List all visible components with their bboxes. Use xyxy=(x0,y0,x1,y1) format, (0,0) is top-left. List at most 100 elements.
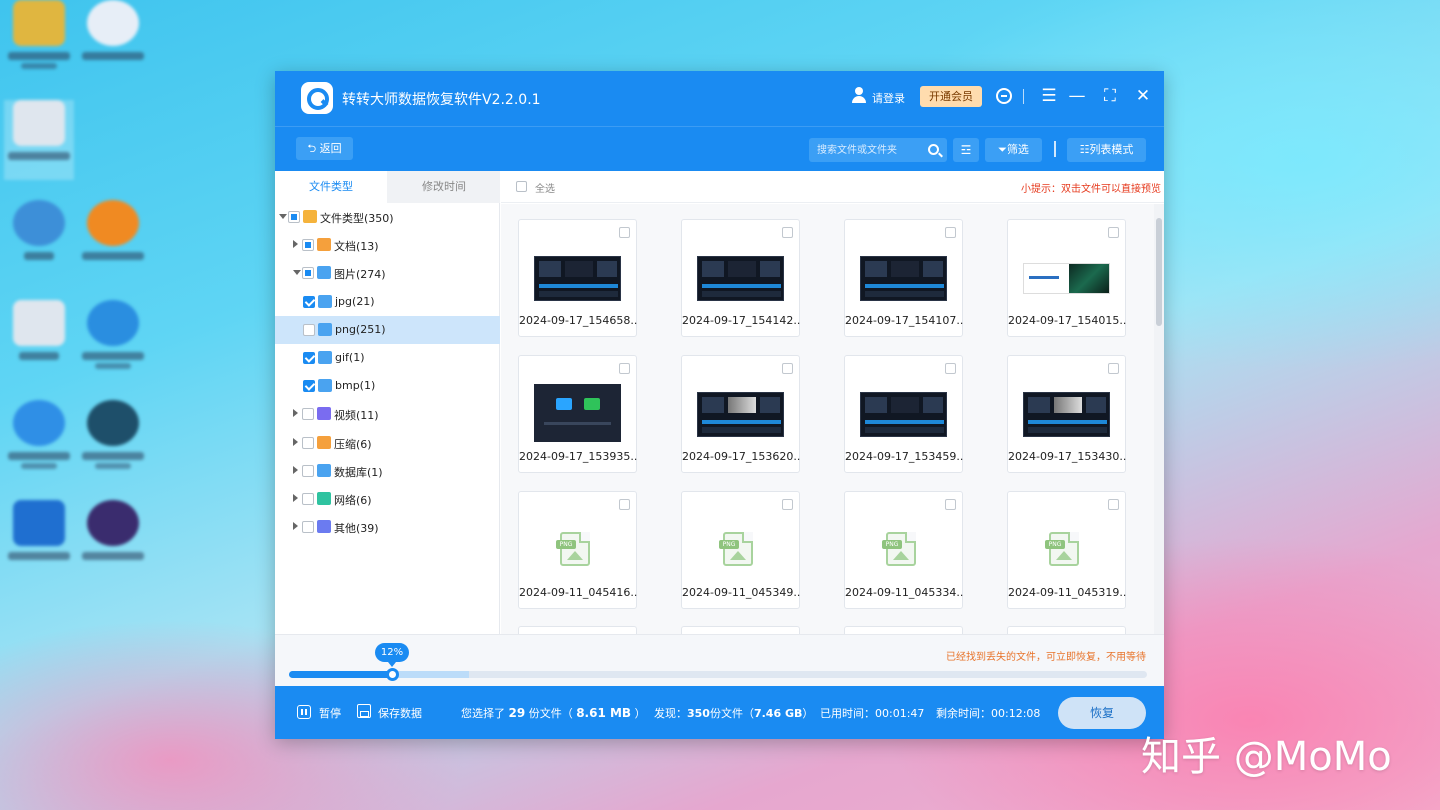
tree-node[interactable]: 压缩(6) xyxy=(275,429,500,457)
expand-arrow-icon[interactable] xyxy=(293,409,298,418)
menu-icon[interactable]: ☰ xyxy=(1039,86,1059,106)
login-link[interactable]: 请登录 xyxy=(872,90,905,106)
network-app-icon[interactable] xyxy=(78,0,148,80)
scrollbar-thumb[interactable] xyxy=(1156,218,1162,326)
file-card[interactable] xyxy=(518,626,637,634)
tree-checkbox[interactable] xyxy=(302,521,314,534)
file-checkbox[interactable] xyxy=(1108,227,1119,238)
save-data-button[interactable]: 保存数据 xyxy=(378,705,422,721)
network-globe-icon[interactable] xyxy=(4,200,74,280)
tree-checkbox[interactable] xyxy=(288,211,300,223)
file-card[interactable]: PNG 2024-09-11_045319... xyxy=(1007,491,1127,609)
tree-node[interactable]: gif(1) xyxy=(275,344,500,372)
grid-scrollbar[interactable] xyxy=(1154,204,1164,634)
tree-node[interactable]: 视频(11) xyxy=(275,400,500,428)
file-card[interactable]: PNG 2024-09-11_045416... xyxy=(518,491,638,609)
tree-node[interactable]: 数据库(1) xyxy=(275,457,500,485)
file-card[interactable]: PNG 2024-09-11_045349... xyxy=(681,491,801,609)
file-card[interactable]: 2024-09-17_154015... xyxy=(1007,219,1127,337)
sidebar-tabs: 文件类型 修改时间 xyxy=(275,171,500,203)
close-icon[interactable]: ✕ xyxy=(1133,86,1153,106)
file-checkbox[interactable] xyxy=(945,363,956,374)
select-all-label[interactable]: 全选 xyxy=(535,180,555,195)
tree-checkbox[interactable] xyxy=(303,352,315,364)
file-checkbox[interactable] xyxy=(782,227,793,238)
minimize-icon[interactable]: — xyxy=(1067,86,1087,106)
tree-checkbox[interactable] xyxy=(303,323,315,336)
file-checkbox[interactable] xyxy=(619,363,630,374)
user-folder-icon[interactable] xyxy=(4,0,74,80)
expand-arrow-icon[interactable] xyxy=(293,437,298,446)
file-checkbox[interactable] xyxy=(782,363,793,374)
settings-app-icon[interactable] xyxy=(4,500,74,580)
file-card[interactable]: 2024-09-17_154107... xyxy=(844,219,964,337)
tree-checkbox[interactable] xyxy=(302,464,314,477)
vip-button[interactable]: 开通会员 xyxy=(920,86,982,107)
tree-node-label: 图片(274) xyxy=(334,268,386,282)
file-checkbox[interactable] xyxy=(945,227,956,238)
file-checkbox[interactable] xyxy=(619,227,630,238)
file-checkbox[interactable] xyxy=(619,499,630,510)
file-card[interactable]: 2024-09-17_154658... xyxy=(518,219,638,337)
support-icon[interactable] xyxy=(994,86,1014,106)
tree-node[interactable]: png(251) xyxy=(275,315,500,344)
tree-node[interactable]: 图片(274) xyxy=(275,259,500,287)
tree-checkbox[interactable] xyxy=(302,239,314,252)
file-name: 2024-09-17_153620... xyxy=(682,450,801,463)
file-checkbox[interactable] xyxy=(1108,499,1119,510)
sidebar: 文件类型 修改时间 文件类型(350) 文档(13) 图片(274) jpg(21) p… xyxy=(275,171,500,634)
expand-arrow-icon[interactable] xyxy=(293,465,298,474)
file-card[interactable]: 2024-09-17_154142... xyxy=(681,219,801,337)
computer-icon[interactable] xyxy=(4,100,74,180)
advanced-search-icon[interactable]: ☲ xyxy=(953,138,979,162)
file-checkbox[interactable] xyxy=(1108,363,1119,374)
pause-icon[interactable] xyxy=(297,705,311,719)
list-mode-button[interactable]: ☷列表模式 xyxy=(1067,138,1146,162)
file-card[interactable]: 2024-09-17_153430... xyxy=(1007,355,1127,473)
file-card[interactable] xyxy=(1007,626,1126,634)
file-card[interactable] xyxy=(844,626,963,634)
file-card[interactable]: 2024-09-17_153935... xyxy=(518,355,638,473)
file-card[interactable] xyxy=(681,626,800,634)
tree-node[interactable]: 文档(13) xyxy=(275,231,500,259)
tree-node[interactable]: 其他(39) xyxy=(275,513,500,541)
maximize-icon[interactable]: ⛶ xyxy=(1100,86,1120,106)
select-all-checkbox[interactable] xyxy=(516,181,527,192)
tree-node[interactable]: 网络(6) xyxy=(275,485,500,513)
user-icon[interactable] xyxy=(851,87,867,105)
expand-arrow-icon[interactable] xyxy=(293,494,298,502)
file-card[interactable]: PNG 2024-09-11_045334... xyxy=(844,491,964,609)
collapse-arrow-icon[interactable] xyxy=(279,214,287,219)
recycle-bin-icon[interactable] xyxy=(4,300,74,380)
tab-modified-time[interactable]: 修改时间 xyxy=(388,171,500,203)
file-checkbox[interactable] xyxy=(945,499,956,510)
filter-button[interactable]: ⏷筛选 xyxy=(985,138,1042,162)
search-icon[interactable] xyxy=(928,144,939,155)
game-app-icon[interactable] xyxy=(78,500,148,580)
collapse-arrow-icon[interactable] xyxy=(293,270,301,276)
tree-checkbox[interactable] xyxy=(302,436,314,449)
video-app-icon[interactable] xyxy=(78,200,148,280)
tree-checkbox[interactable] xyxy=(302,408,314,421)
ie-icon[interactable] xyxy=(4,400,74,480)
tree-node[interactable]: jpg(21) xyxy=(275,288,500,316)
expand-arrow-icon[interactable] xyxy=(293,522,298,531)
save-icon[interactable] xyxy=(357,704,371,718)
back-button[interactable]: ⮌ 返回 xyxy=(296,137,353,160)
tree-node[interactable]: 文件类型(350) xyxy=(275,203,500,231)
tree-checkbox[interactable] xyxy=(302,267,314,280)
disc-app-icon[interactable] xyxy=(78,400,148,480)
tab-file-type[interactable]: 文件类型 xyxy=(275,171,387,203)
search-input[interactable] xyxy=(817,138,922,162)
browser-icon[interactable] xyxy=(78,300,148,380)
pause-button[interactable]: 暂停 xyxy=(319,705,341,721)
file-card[interactable]: 2024-09-17_153459... xyxy=(844,355,964,473)
recover-button[interactable]: 恢复 xyxy=(1058,697,1146,729)
expand-arrow-icon[interactable] xyxy=(293,240,298,249)
file-card[interactable]: 2024-09-17_153620... xyxy=(681,355,801,473)
file-checkbox[interactable] xyxy=(782,499,793,510)
tree-checkbox[interactable] xyxy=(303,295,315,308)
tree-checkbox[interactable] xyxy=(302,493,314,505)
tree-node[interactable]: bmp(1) xyxy=(275,372,500,400)
tree-checkbox[interactable] xyxy=(303,380,315,393)
